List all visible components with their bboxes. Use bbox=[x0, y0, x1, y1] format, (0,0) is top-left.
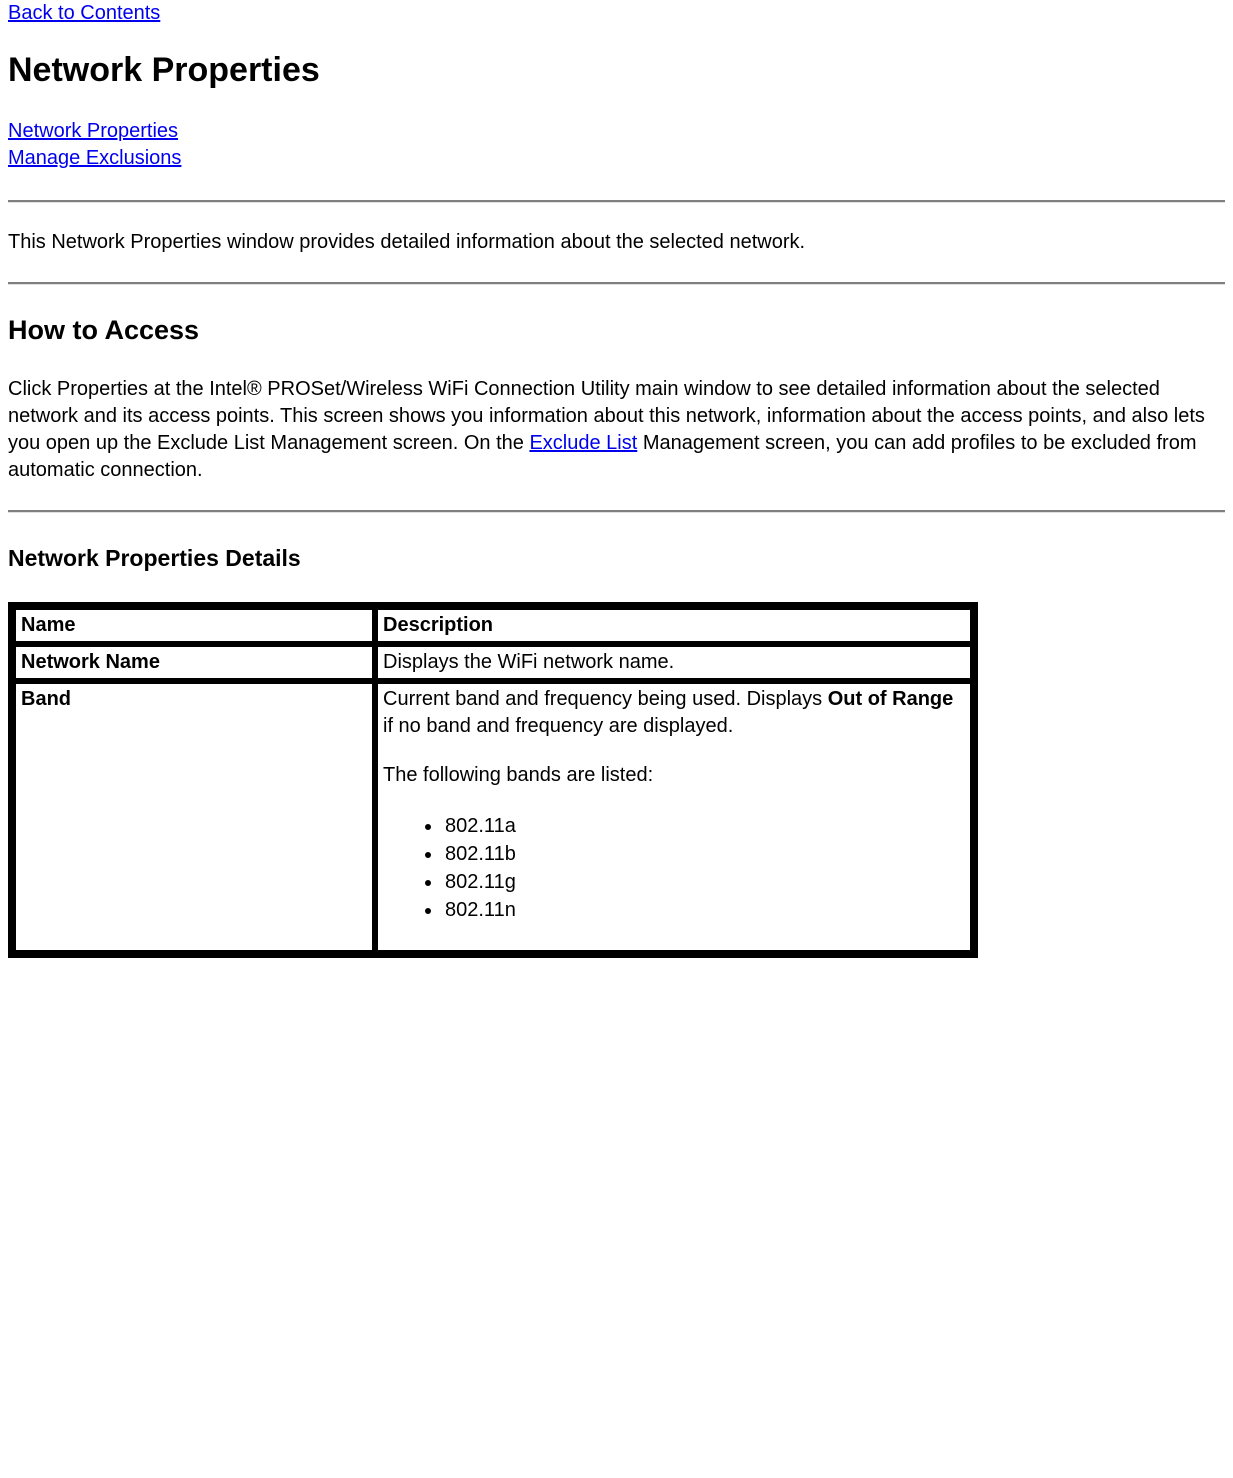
row-description: Displays the WiFi network name. bbox=[376, 645, 972, 680]
network-properties-link[interactable]: Network Properties bbox=[8, 120, 178, 142]
divider bbox=[8, 510, 1225, 513]
header-description: Description bbox=[376, 608, 972, 643]
exclude-list-link[interactable]: Exclude List bbox=[529, 432, 637, 454]
list-item: 802.11n bbox=[443, 897, 965, 924]
band-desc-after: if no band and frequency are displayed. bbox=[383, 715, 733, 737]
list-item: 802.11a bbox=[443, 813, 965, 840]
table-row: Band Current band and frequency being us… bbox=[14, 682, 972, 952]
divider bbox=[8, 282, 1225, 285]
list-item: 802.11b bbox=[443, 841, 965, 868]
manage-exclusions-link[interactable]: Manage Exclusions bbox=[8, 147, 181, 169]
intro-paragraph: This Network Properties window provides … bbox=[8, 229, 1225, 256]
header-name: Name bbox=[14, 608, 374, 643]
details-table: Name Description Network Name Displays t… bbox=[8, 602, 978, 958]
how-to-access-paragraph: Click Properties at the Intel® PROSet/Wi… bbox=[8, 376, 1225, 484]
how-to-access-heading: How to Access bbox=[8, 315, 1225, 346]
row-description: Current band and frequency being used. D… bbox=[376, 682, 972, 952]
band-list: 802.11a 802.11b 802.11g 802.11n bbox=[383, 813, 965, 924]
page-nav-links: Network Properties Manage Exclusions bbox=[8, 118, 1225, 172]
band-listed-label: The following bands are listed: bbox=[383, 762, 965, 789]
band-desc-before: Current band and frequency being used. D… bbox=[383, 688, 828, 710]
details-heading: Network Properties Details bbox=[8, 545, 1225, 572]
row-name: Network Name bbox=[14, 645, 374, 680]
row-name: Band bbox=[14, 682, 374, 952]
back-to-contents-link[interactable]: Back to Contents bbox=[8, 2, 160, 24]
page-title: Network Properties bbox=[8, 51, 1225, 90]
table-header-row: Name Description bbox=[14, 608, 972, 643]
table-row: Network Name Displays the WiFi network n… bbox=[14, 645, 972, 680]
list-item: 802.11g bbox=[443, 869, 965, 896]
band-out-of-range-bold: Out of Range bbox=[828, 688, 954, 710]
divider bbox=[8, 200, 1225, 203]
